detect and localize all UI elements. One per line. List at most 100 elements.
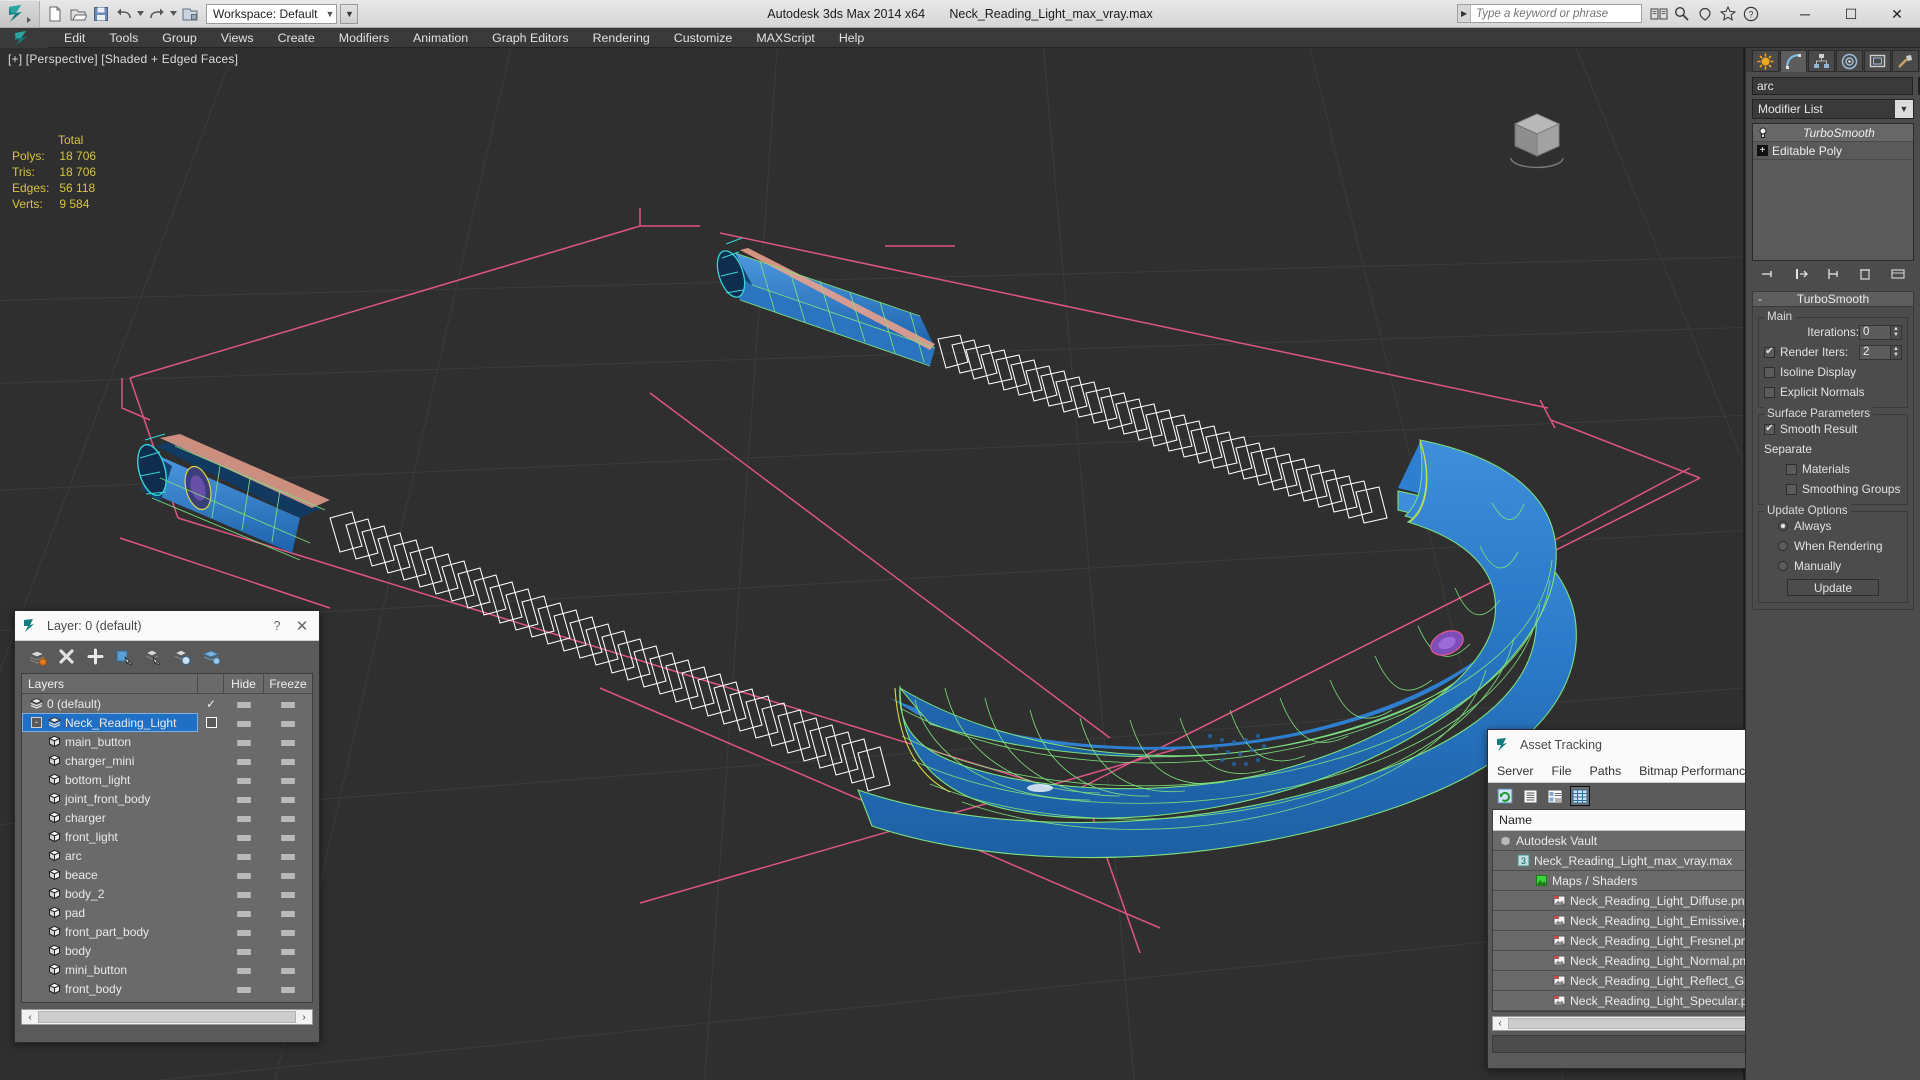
layer-hide-toggle[interactable] bbox=[224, 835, 264, 838]
layer-row[interactable]: arc bbox=[22, 846, 312, 865]
help-icon[interactable]: ? bbox=[1741, 4, 1760, 23]
render-iters-input[interactable] bbox=[1859, 344, 1891, 360]
layer-freeze-toggle[interactable] bbox=[264, 873, 312, 876]
layer-row-name-cell[interactable]: body_2 bbox=[22, 887, 198, 901]
asset-scroll-left-arrow-icon[interactable]: ‹ bbox=[1493, 1018, 1507, 1029]
update-option-when-rendering[interactable]: When Rendering bbox=[1764, 537, 1902, 555]
layer-freeze-toggle[interactable] bbox=[264, 816, 312, 819]
layer-hide-toggle[interactable] bbox=[224, 816, 264, 819]
workspace-more-button[interactable]: ▼ bbox=[340, 3, 359, 24]
object-name-input[interactable] bbox=[1752, 77, 1913, 95]
layer-row[interactable]: charger bbox=[22, 808, 312, 827]
layer-active-toggle[interactable] bbox=[198, 717, 224, 728]
scroll-right-arrow-icon[interactable]: › bbox=[297, 1012, 311, 1023]
create-tab[interactable] bbox=[1752, 50, 1779, 72]
menu-item-maxscript[interactable]: MAXScript bbox=[744, 28, 827, 48]
layer-freeze-toggle[interactable] bbox=[264, 778, 312, 781]
layer-row-name-cell[interactable]: charger bbox=[22, 811, 198, 825]
layer-row-name-cell[interactable]: joint_front_body bbox=[22, 792, 198, 806]
layer-hide-toggle[interactable] bbox=[224, 778, 264, 781]
infocenter-icon[interactable] bbox=[1649, 4, 1668, 23]
expand-icon[interactable]: + bbox=[1757, 145, 1768, 156]
add-layer-icon[interactable] bbox=[85, 647, 105, 667]
scroll-thumb[interactable] bbox=[38, 1011, 296, 1023]
viewport-label[interactable]: [+] [Perspective] [Shaded + Edged Faces] bbox=[8, 52, 238, 66]
layer-hide-toggle[interactable] bbox=[224, 949, 264, 952]
layer-freeze-toggle[interactable] bbox=[264, 930, 312, 933]
list-view-icon[interactable] bbox=[1521, 787, 1539, 805]
favorites-star-icon[interactable] bbox=[1718, 4, 1737, 23]
menu-item-group[interactable]: Group bbox=[150, 28, 208, 48]
spinner-arrows-icon[interactable]: ▲ ▼ bbox=[1891, 344, 1902, 360]
command-panel[interactable]: Modifier List ▼ TurboSmooth + Editable P… bbox=[1745, 48, 1920, 1080]
layer-hide-toggle[interactable] bbox=[224, 702, 264, 705]
materials-row[interactable]: Materials bbox=[1764, 460, 1902, 478]
modifier-stack-item-editable-poly[interactable]: + Editable Poly bbox=[1753, 142, 1913, 159]
minimize-button[interactable]: ─ bbox=[1782, 0, 1828, 28]
grid-view-icon[interactable] bbox=[1570, 786, 1590, 806]
details-view-icon[interactable] bbox=[1546, 787, 1564, 805]
select-highlighted-layer-icon[interactable] bbox=[143, 647, 163, 667]
layer-freeze-toggle[interactable] bbox=[264, 911, 312, 914]
layer-hide-toggle[interactable] bbox=[224, 968, 264, 971]
layer-hide-toggle[interactable] bbox=[224, 759, 264, 762]
show-end-result-icon[interactable] bbox=[1791, 265, 1811, 283]
smooth-result-row[interactable]: ✔ Smooth Result bbox=[1764, 420, 1902, 438]
modifier-stack[interactable]: TurboSmooth + Editable Poly bbox=[1752, 123, 1914, 261]
menu-item-animation[interactable]: Animation bbox=[401, 28, 480, 48]
layer-hide-toggle[interactable] bbox=[224, 987, 264, 990]
layer-list[interactable]: Layers Hide Freeze 0 (default) ✓ - Neck_Rea… bbox=[21, 673, 313, 1003]
render-iters-spinner[interactable]: ▲▼ bbox=[1859, 344, 1902, 360]
highlight-selected-objects-icon[interactable] bbox=[172, 647, 192, 667]
modify-tab[interactable] bbox=[1780, 50, 1807, 72]
make-unique-icon[interactable] bbox=[1823, 265, 1843, 283]
layer-row[interactable]: mini_button bbox=[22, 960, 312, 979]
utilities-tab[interactable] bbox=[1892, 50, 1919, 72]
smoothing-groups-row[interactable]: Smoothing Groups bbox=[1764, 480, 1902, 498]
modifier-stack-item-turbosmooth[interactable]: TurboSmooth bbox=[1753, 124, 1913, 141]
spinner-arrows-icon[interactable]: ▲ ▼ bbox=[1891, 324, 1902, 340]
3dsmax-logo-icon[interactable] bbox=[0, 0, 40, 27]
menu-item-rendering[interactable]: Rendering bbox=[581, 28, 662, 48]
layer-row-name-cell[interactable]: arc bbox=[22, 849, 198, 863]
manually-radio[interactable] bbox=[1778, 561, 1788, 571]
layer-row[interactable]: charger_mini bbox=[22, 751, 312, 770]
layer-freeze-toggle[interactable] bbox=[264, 721, 312, 724]
menu-item-customize[interactable]: Customize bbox=[662, 28, 745, 48]
layer-freeze-toggle[interactable] bbox=[264, 797, 312, 800]
menu-app-icon[interactable] bbox=[0, 28, 48, 48]
project-folder-icon[interactable] bbox=[179, 3, 201, 25]
layer-row-name-cell[interactable]: beace bbox=[22, 868, 198, 882]
layer-row-name-cell[interactable]: front_part_body bbox=[22, 925, 198, 939]
layer-row-name-cell[interactable]: main_button bbox=[22, 735, 198, 749]
layer-manager-dialog[interactable]: Layer: 0 (default) ? ✕ Layers Hide Freez… bbox=[14, 610, 320, 1043]
asset-menu-server[interactable]: Server bbox=[1488, 759, 1543, 783]
layer-row[interactable]: 0 (default) ✓ bbox=[22, 694, 312, 713]
layer-freeze-toggle[interactable] bbox=[264, 702, 312, 705]
menu-item-create[interactable]: Create bbox=[266, 28, 327, 48]
menu-item-edit[interactable]: Edit bbox=[52, 28, 97, 48]
layer-freeze-toggle[interactable] bbox=[264, 968, 312, 971]
iterations-input[interactable] bbox=[1859, 324, 1891, 340]
menu-item-tools[interactable]: Tools bbox=[97, 28, 150, 48]
layer-active-toggle[interactable]: ✓ bbox=[198, 697, 224, 711]
pin-stack-icon[interactable] bbox=[1758, 265, 1778, 283]
viewcube[interactable] bbox=[1501, 98, 1573, 170]
layer-row-name-cell[interactable]: Neck_Reading_Light bbox=[22, 1001, 198, 1002]
configure-modifier-sets-icon[interactable] bbox=[1888, 265, 1908, 283]
isoline-display-checkbox[interactable] bbox=[1764, 366, 1775, 378]
layer-row-name-cell[interactable]: front_body bbox=[22, 982, 198, 996]
layer-row[interactable]: bottom_light bbox=[22, 770, 312, 789]
modifier-list-dropdown[interactable]: Modifier List ▼ bbox=[1752, 99, 1914, 119]
asset-menu-paths[interactable]: Paths bbox=[1580, 759, 1630, 783]
layer-freeze-toggle[interactable] bbox=[264, 759, 312, 762]
layer-row[interactable]: - Neck_Reading_Light bbox=[22, 713, 312, 732]
explicit-normals-row[interactable]: Explicit Normals bbox=[1764, 383, 1902, 401]
refresh-icon[interactable] bbox=[1496, 787, 1514, 805]
layer-freeze-toggle[interactable] bbox=[264, 835, 312, 838]
menu-item-graph-editors[interactable]: Graph Editors bbox=[480, 28, 580, 48]
save-file-icon[interactable] bbox=[90, 3, 112, 25]
layer-freeze-toggle[interactable] bbox=[264, 892, 312, 895]
undo-icon[interactable] bbox=[113, 3, 135, 25]
maximize-button[interactable]: ☐ bbox=[1828, 0, 1874, 28]
